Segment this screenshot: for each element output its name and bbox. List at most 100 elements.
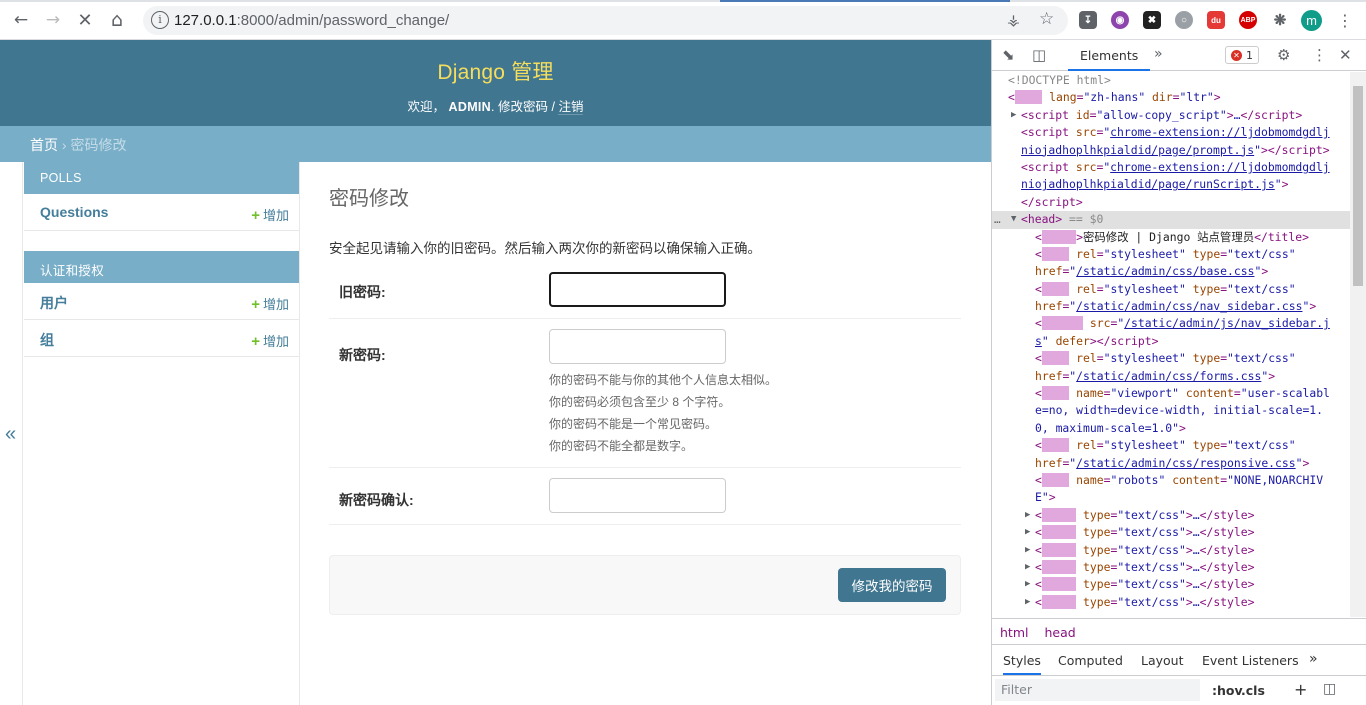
dom-node[interactable]: <meta name="robots" content="NONE,NOARCH… xyxy=(992,472,1350,489)
key-icon[interactable]: ⚶ xyxy=(1007,11,1020,29)
dom-node[interactable]: ▶ <script id="allow-copy_script">…</scrip… xyxy=(992,107,1350,124)
dom-node[interactable]: href="/static/admin/css/responsive.css"> xyxy=(992,455,1350,472)
add-link[interactable]: + 增加 xyxy=(251,205,289,224)
dom-node[interactable]: ▶ <style type="text/css">…</style> xyxy=(992,576,1350,593)
error-count-badge[interactable]: ✕ 1 xyxy=(1225,46,1259,64)
add-label[interactable]: 增加 xyxy=(263,297,289,312)
dom-node[interactable]: ▶ <style type="text/css">…</style> xyxy=(992,524,1350,541)
dom-node[interactable]: E"> xyxy=(992,489,1350,506)
tab-elements[interactable]: Elements xyxy=(1068,40,1151,71)
site-branding[interactable]: Django 管理 xyxy=(0,40,991,86)
x-extension-icon[interactable]: ✖ xyxy=(1143,11,1161,29)
dom-node[interactable]: <link rel="stylesheet" type="text/css" xyxy=(992,437,1350,454)
username: ADMIN xyxy=(448,100,492,114)
plus-icon: + xyxy=(251,207,260,224)
add-link[interactable]: + 增加 xyxy=(251,294,289,313)
intro-text: 安全起见请输入你的旧密码。然后输入两次你的新密码以确保输入正确。 xyxy=(329,241,761,256)
puzzle-extensions-icon[interactable]: ❋ xyxy=(1271,11,1289,29)
model-link-questions[interactable]: Questions xyxy=(40,204,108,220)
dom-node[interactable]: <title>密码修改 | Django 站点管理员</title> xyxy=(992,229,1350,246)
add-label[interactable]: 增加 xyxy=(263,334,289,349)
hov-toggle[interactable]: :hov xyxy=(1212,683,1243,698)
old-password-label: 旧密码: xyxy=(339,284,386,300)
dom-node[interactable]: <link rel="stylesheet" type="text/css" xyxy=(992,350,1350,367)
change-password-link[interactable]: 修改密码 xyxy=(498,100,548,114)
adblock-extension-icon[interactable]: ABP xyxy=(1239,11,1257,29)
add-label[interactable]: 增加 xyxy=(263,208,289,223)
close-devtools-icon[interactable]: ✕ xyxy=(1339,46,1352,64)
more-tabs-icon[interactable]: » xyxy=(1309,651,1318,667)
dom-node[interactable]: ▶ <style type="text/css">…</style> xyxy=(992,559,1350,576)
dom-node[interactable]: 0, maximum-scale=1.0"> xyxy=(992,420,1350,437)
home-icon[interactable]: ⌂ xyxy=(105,8,129,32)
dom-node[interactable]: <!DOCTYPE html> xyxy=(992,72,1350,89)
dom-node[interactable]: <html lang="zh-hans" dir="ltr"> xyxy=(992,89,1350,106)
dom-node[interactable]: ▶ <style type="text/css">…</style> xyxy=(992,507,1350,524)
address-bar[interactable]: i 127.0.0.1:8000/admin/password_change/ … xyxy=(143,6,1068,35)
breadcrumb-current: 密码修改 xyxy=(70,137,127,153)
dom-node[interactable]: href="/static/admin/css/forms.css"> xyxy=(992,368,1350,385)
browser-menu-icon[interactable]: ⋮ xyxy=(1333,8,1357,32)
device-toolbar-icon[interactable]: ◫ xyxy=(1032,46,1046,64)
back-icon[interactable]: ← xyxy=(9,8,33,32)
more-tabs-icon[interactable]: » xyxy=(1154,46,1163,62)
dom-node[interactable]: href="/static/admin/css/nav_sidebar.css"… xyxy=(992,298,1350,315)
change-password-button[interactable]: 修改我的密码 xyxy=(838,568,946,602)
nav-sidebar: POLLS Questions + 增加 认证和授权 用户 + 增加 组 + 增加 xyxy=(23,162,300,705)
dom-node[interactable]: niojadhoplhkpialdid/page/runScript.js"> xyxy=(992,176,1350,193)
forward-icon[interactable]: → xyxy=(41,8,65,32)
dom-tree[interactable]: <!DOCTYPE html> <html lang="zh-hans" dir… xyxy=(992,72,1350,617)
model-link-users[interactable]: 用户 xyxy=(40,295,68,311)
new-rule-icon[interactable]: + xyxy=(1294,680,1307,699)
info-icon[interactable]: i xyxy=(151,11,169,29)
devtools-menu-icon[interactable]: ⋮ xyxy=(1312,46,1327,64)
new-password-field[interactable] xyxy=(549,329,726,364)
settings-gear-icon[interactable]: ⚙ xyxy=(1277,46,1290,64)
dom-node-selected[interactable]: … ▼ <head> == $0 xyxy=(992,211,1350,229)
tab-styles[interactable]: Styles xyxy=(1003,653,1041,675)
confirm-password-row: 新密码确认: xyxy=(329,468,961,525)
module-title[interactable]: POLLS xyxy=(24,162,299,194)
logout-link[interactable]: 注销 xyxy=(558,100,584,115)
inspect-element-icon[interactable]: ⬊ xyxy=(1002,46,1015,64)
styles-filter-input[interactable]: Filter xyxy=(995,679,1200,701)
toggle-sidebar-icon[interactable]: ◫ xyxy=(1323,681,1336,697)
tab-event-listeners[interactable]: Event Listeners xyxy=(1202,653,1299,668)
dom-scrollbar[interactable] xyxy=(1350,72,1366,617)
model-link-groups[interactable]: 组 xyxy=(40,332,54,348)
dom-node[interactable]: s" defer></script> xyxy=(992,333,1350,350)
tab-layout[interactable]: Layout xyxy=(1141,653,1184,668)
dom-node[interactable]: e=no, width=device-width, initial-scale=… xyxy=(992,402,1350,419)
bookmark-star-icon[interactable]: ☆ xyxy=(1039,9,1054,29)
confirm-password-field[interactable] xyxy=(549,478,726,513)
module-title[interactable]: 认证和授权 xyxy=(24,251,299,283)
url-text[interactable]: 127.0.0.1:8000/admin/password_change/ xyxy=(174,12,449,29)
add-link[interactable]: + 增加 xyxy=(251,331,289,350)
dom-node[interactable]: <link rel="stylesheet" type="text/css" xyxy=(992,246,1350,263)
dom-node[interactable]: <meta name="viewport" content="user-scal… xyxy=(992,385,1350,402)
breadcrumb-home[interactable]: 首页 xyxy=(30,137,58,153)
translate-extension-icon[interactable]: du xyxy=(1207,11,1225,29)
circle-extension-icon[interactable]: ○ xyxy=(1175,11,1193,29)
stop-icon[interactable]: ✕ xyxy=(73,8,97,32)
scrollbar-thumb[interactable] xyxy=(1353,86,1363,286)
crumb-head[interactable]: head xyxy=(1044,625,1075,640)
profile-avatar[interactable]: m xyxy=(1301,10,1322,31)
tab-computed[interactable]: Computed xyxy=(1058,653,1123,668)
download-extension-icon[interactable]: ↧ xyxy=(1079,11,1097,29)
dom-node[interactable]: <script src="/static/admin/js/nav_sideba… xyxy=(992,315,1350,332)
crumb-html[interactable]: html xyxy=(1000,625,1028,640)
nav-sidebar-toggle[interactable]: « xyxy=(0,162,23,705)
cls-toggle[interactable]: .cls xyxy=(1241,683,1265,698)
color-extension-icon[interactable]: ◉ xyxy=(1111,11,1129,29)
dom-node[interactable]: </script> xyxy=(992,194,1350,211)
collapse-chevron-icon[interactable]: « xyxy=(5,423,16,446)
dom-node[interactable]: href="/static/admin/css/base.css"> xyxy=(992,263,1350,280)
dom-node[interactable]: niojadhoplhkpialdid/page/prompt.js"></sc… xyxy=(992,142,1350,159)
dom-node[interactable]: ▶ <style type="text/css">…</style> xyxy=(992,542,1350,559)
dom-node[interactable]: ▶ <style type="text/css">…</style> xyxy=(992,594,1350,611)
dom-node[interactable]: <script src="chrome-extension://ljdobmom… xyxy=(992,159,1350,176)
old-password-field[interactable] xyxy=(549,272,726,307)
dom-node[interactable]: <script src="chrome-extension://ljdobmom… xyxy=(992,124,1350,141)
dom-node[interactable]: <link rel="stylesheet" type="text/css" xyxy=(992,281,1350,298)
